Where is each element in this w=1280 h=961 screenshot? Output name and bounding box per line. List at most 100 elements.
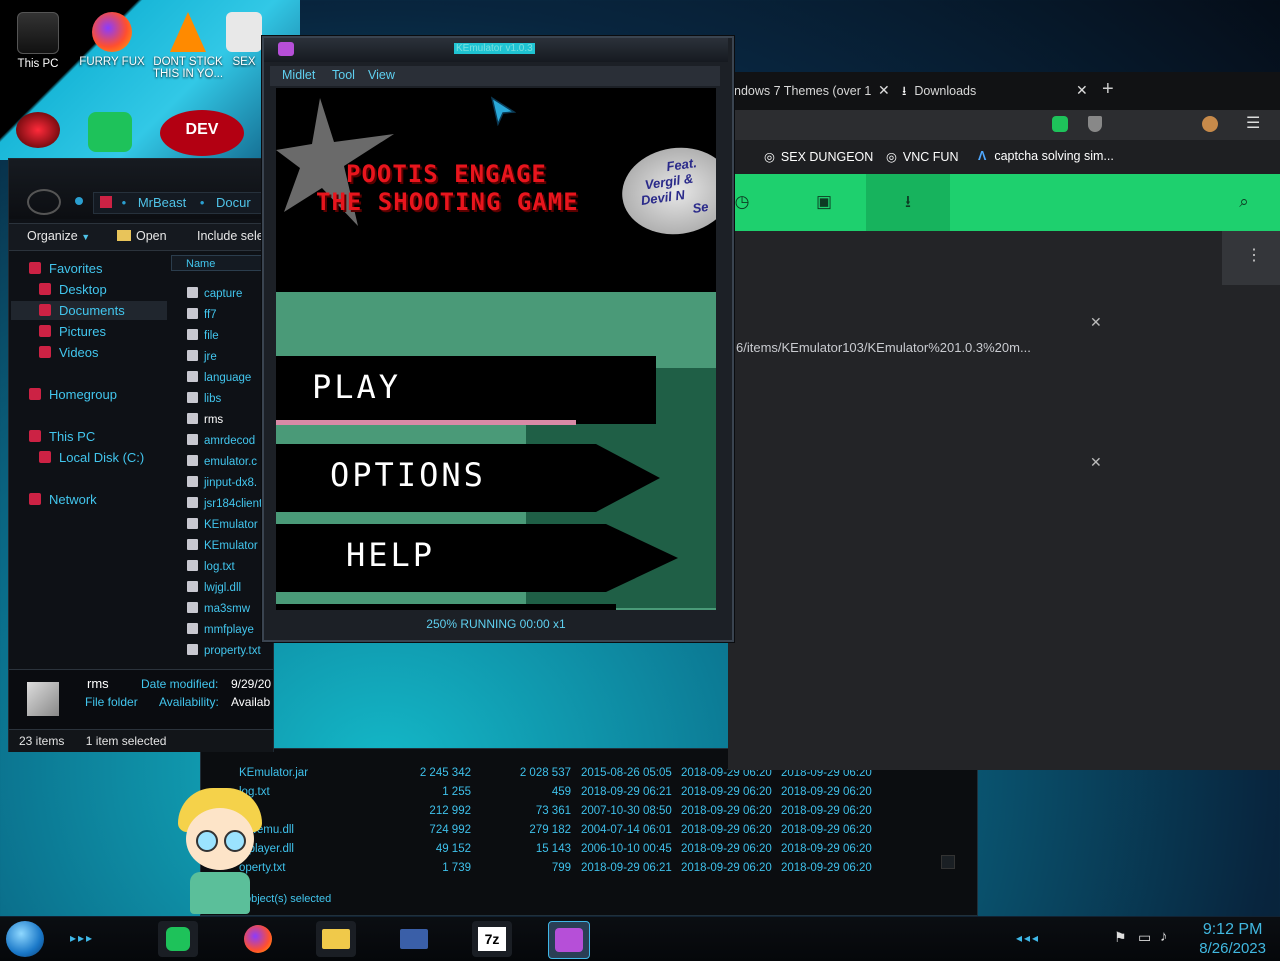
taskbar-firefox[interactable]	[238, 921, 278, 957]
window-title: KEmulator v1.0.3	[454, 43, 535, 54]
desktop-icon-furry-fux[interactable]: FURRY FUX	[76, 4, 148, 68]
file-icon	[187, 308, 198, 319]
archive-cell: 459	[551, 786, 571, 798]
history-icon[interactable]: ◷	[732, 192, 752, 212]
chevron-down-icon: ▼	[81, 232, 91, 242]
close-tab-icon[interactable]: ✕	[878, 82, 890, 99]
nav-item-favorites[interactable]: Favorites	[11, 259, 167, 278]
taskbar-window-app[interactable]	[394, 921, 434, 957]
download-icon[interactable]: ⭳	[898, 192, 918, 212]
address-bar[interactable]: ☰	[728, 110, 1280, 140]
desktop-icon-dont-stick[interactable]: DONT STICK THIS IN YO...	[150, 4, 226, 80]
file-icon	[187, 392, 198, 403]
nav-item-documents[interactable]: Documents	[11, 301, 167, 320]
forward-button[interactable]	[75, 197, 83, 205]
window-icon	[400, 929, 428, 949]
remove-download-icon[interactable]: ✕	[1090, 314, 1102, 331]
clock-date: 8/26/2023	[1199, 940, 1266, 957]
shield-icon[interactable]	[1088, 116, 1102, 132]
menu-midlet[interactable]: Midlet	[282, 68, 315, 82]
breadcrumb[interactable]: • MrBeast • Docur	[93, 192, 275, 214]
search-icon[interactable]: ⌕	[1234, 192, 1254, 212]
new-tab-button[interactable]: +	[1102, 78, 1114, 101]
flag-icon[interactable]: ⚑	[1114, 929, 1127, 946]
remove-download-icon[interactable]: ✕	[1090, 454, 1102, 471]
devcpp-icon[interactable]: DEV	[160, 110, 244, 156]
nav-item-network[interactable]: Network	[11, 490, 167, 509]
desktop-icon-sex[interactable]: SEX	[226, 4, 262, 68]
archive-cell: 2015-08-26 05:05	[581, 767, 672, 779]
menu-icon[interactable]: ☰	[1246, 113, 1260, 133]
nav-item-label: Favorites	[49, 261, 103, 276]
taskbar-kemulator[interactable]	[548, 921, 590, 959]
record-icon[interactable]	[16, 112, 60, 148]
help-button[interactable]: HELP	[276, 524, 678, 592]
close-tab-icon[interactable]: ✕	[1076, 82, 1088, 99]
more-options-button[interactable]: ⋮	[1222, 231, 1280, 285]
archive-cell: 15 143	[535, 843, 571, 855]
menu-tool[interactable]: Tool	[332, 68, 355, 82]
chat-icon[interactable]	[88, 112, 132, 152]
bookmark-icon: ◎	[886, 150, 897, 164]
taskbar-clock[interactable]: 9:12 PM 8/26/2023	[1199, 920, 1266, 958]
organize-button[interactable]: Organize ▼	[27, 229, 90, 243]
game-screen[interactable]: POOTIS ENGAGE THE SHOOTING GAME Feat. Ve…	[276, 88, 716, 610]
nav-item-videos[interactable]: Videos	[11, 343, 167, 362]
back-button[interactable]	[27, 189, 61, 215]
file-icon	[187, 623, 198, 634]
nav-item-icon	[39, 304, 51, 316]
play-button[interactable]: PLAY	[276, 356, 656, 425]
details-availability-value: Availab	[231, 695, 271, 709]
bookmark-sex-dungeon[interactable]: ◎ SEX DUNGEON	[764, 149, 873, 164]
archive-row[interactable]: ll212 99273 3612007-10-30 08:502018-09-2…	[201, 803, 977, 822]
file-icon	[187, 602, 198, 613]
download-url[interactable]: 6/items/KEmulator103/KEmulator%201.0.3%2…	[736, 340, 1031, 355]
avatar[interactable]	[1202, 116, 1218, 132]
nav-item-homegroup[interactable]: Homegroup	[11, 385, 167, 404]
taskbar-file-explorer[interactable]	[316, 921, 356, 957]
archive-row[interactable]: nfplayer.dll 49 152 15 143 2006-10-10 00:45…	[201, 841, 977, 860]
options-button[interactable]: OPTIONS	[276, 444, 660, 512]
archive-cell: 2 028 537	[519, 767, 571, 779]
archive-cell: 73 361	[535, 805, 571, 817]
desktop-icon-this-pc[interactable]: This PC	[2, 4, 74, 70]
breadcrumb-item[interactable]: Docur	[216, 195, 251, 210]
network-icon[interactable]: ▭	[1138, 929, 1151, 946]
nav-item-local-disk-c[interactable]: Local Disk (C:)	[11, 448, 167, 467]
nav-item-this-pc[interactable]: This PC	[11, 427, 167, 446]
scroll-down-button[interactable]	[941, 855, 955, 869]
menu-view[interactable]: View	[368, 68, 395, 82]
column-header-name[interactable]: Name	[171, 255, 271, 271]
folder-icon	[322, 929, 350, 949]
breadcrumb-item[interactable]: MrBeast	[138, 195, 186, 210]
nav-item-pictures[interactable]: Pictures	[11, 322, 167, 341]
file-icon	[187, 413, 198, 424]
details-pane: rms File folder Date modified: 9/29/20 A…	[9, 669, 273, 732]
open-button[interactable]: Open	[117, 229, 167, 243]
include-in-library-button[interactable]: Include sele	[197, 229, 264, 243]
bookmark-captcha[interactable]: Λcaptcha solving sim...	[978, 149, 1114, 163]
taskbar-chat-app[interactable]	[158, 921, 198, 957]
taskbar-7zip[interactable]: 7z	[472, 921, 512, 957]
archive-row[interactable]: log.txt 1 255 459 2018-09-29 06:21 2018-09-2…	[201, 784, 977, 803]
extension-chat-icon[interactable]	[1052, 116, 1068, 132]
file-icon	[187, 287, 198, 298]
nav-item-desktop[interactable]: Desktop	[11, 280, 167, 299]
volume-icon[interactable]: ♪	[1160, 928, 1168, 945]
bookmark-vnc-fun[interactable]: ◎ VNC FUN	[886, 149, 958, 164]
emulator-status: 250% RUNNING 00:00 x1	[426, 617, 566, 631]
tab-windows-themes[interactable]: ndows 7 Themes (over 1	[734, 76, 896, 106]
archive-cell: 212 992	[429, 805, 471, 817]
tab-downloads[interactable]: ⭳ Downloads	[902, 76, 1072, 106]
start-button[interactable]	[6, 921, 44, 957]
archive-row[interactable]: mwemu.dll 724 992 279 182 2004-07-14 06:01 2…	[201, 822, 977, 841]
nav-item-icon	[29, 493, 41, 505]
archive-row[interactable]: operty.txt 1 739 799 2018-09-29 06:21 2018-0…	[201, 860, 977, 879]
nav-item-icon	[39, 346, 51, 358]
file-item[interactable]: property.txt	[187, 642, 277, 660]
nav-item-label: Homegroup	[49, 387, 117, 402]
archive-cell: KEmulator.jar	[239, 767, 309, 779]
nav-item-icon	[29, 262, 41, 274]
bookmarks-icon[interactable]: ▣	[814, 192, 834, 212]
emulator-titlebar[interactable]: KEmulator v1.0.3	[264, 38, 728, 62]
